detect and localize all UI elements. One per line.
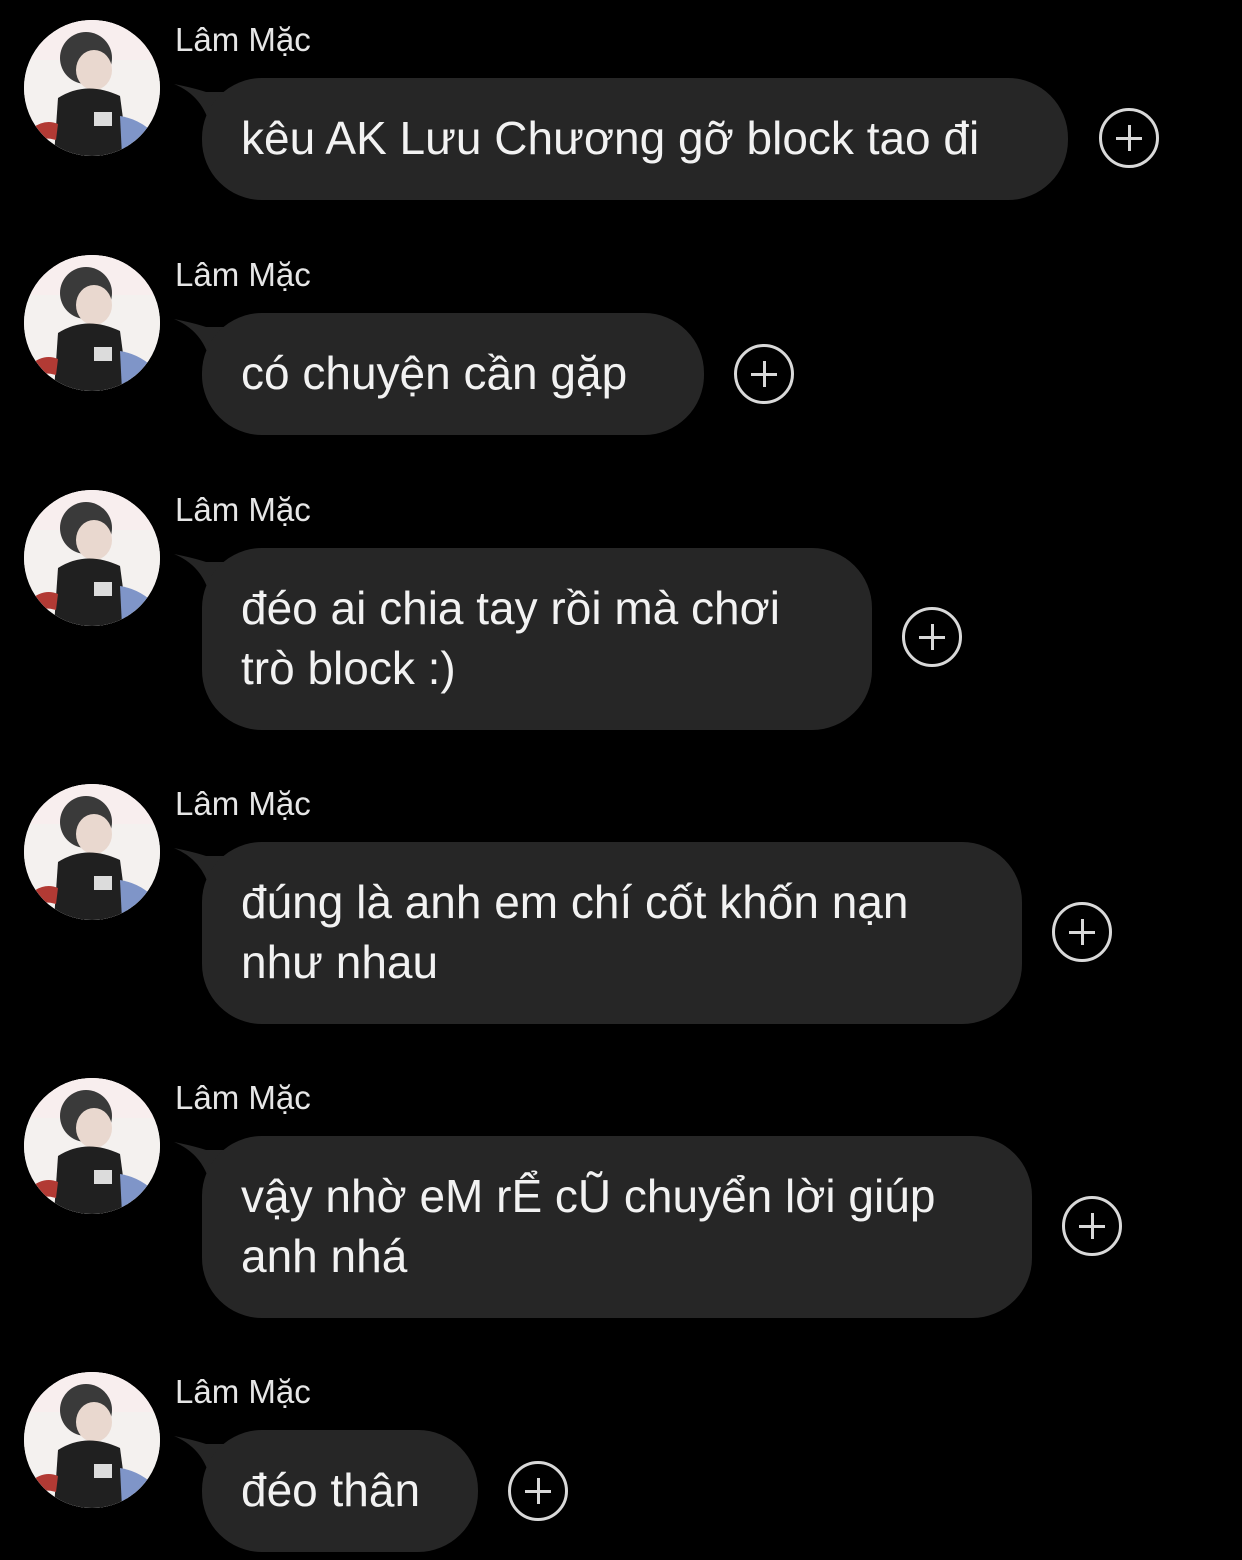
message-text: có chuyện cần gặp: [241, 347, 628, 399]
message-bubble[interactable]: đéo thân: [202, 1430, 478, 1552]
avatar[interactable]: [24, 1372, 160, 1508]
sender-name: Lâm Mặc: [175, 785, 311, 822]
message-text: kêu AK Lưu Chương gỡ block tao đi: [241, 112, 980, 164]
add-reaction-icon[interactable]: [1099, 108, 1159, 168]
add-reaction-icon[interactable]: [508, 1461, 568, 1521]
sender-name: Lâm Mặc: [175, 1079, 311, 1116]
message-bubble[interactable]: đéo ai chia tay rồi mà chơi trò block :): [202, 548, 872, 730]
message-text: đéo thân: [241, 1464, 421, 1516]
message-text: đúng là anh em chí cốt khốn nạn như nhau: [241, 876, 909, 988]
avatar[interactable]: [24, 255, 160, 391]
add-reaction-icon[interactable]: [902, 607, 962, 667]
add-reaction-icon[interactable]: [1062, 1196, 1122, 1256]
avatar[interactable]: [24, 1078, 160, 1214]
sender-name: Lâm Mặc: [175, 1373, 311, 1410]
sender-name: Lâm Mặc: [175, 256, 311, 293]
sender-name: Lâm Mặc: [175, 491, 311, 528]
message-bubble[interactable]: vậy nhờ eM rỂ cŨ chuyển lời giúp anh nhá: [202, 1136, 1032, 1318]
add-reaction-icon[interactable]: [1052, 902, 1112, 962]
avatar[interactable]: [24, 490, 160, 626]
add-reaction-icon[interactable]: [734, 344, 794, 404]
message-text: vậy nhờ eM rỂ cŨ chuyển lời giúp anh nhá: [241, 1170, 936, 1282]
message-text: đéo ai chia tay rồi mà chơi trò block :): [241, 582, 780, 694]
message-bubble[interactable]: có chuyện cần gặp: [202, 313, 704, 435]
avatar[interactable]: [24, 20, 160, 156]
message-bubble[interactable]: đúng là anh em chí cốt khốn nạn như nhau: [202, 842, 1022, 1024]
message-bubble[interactable]: kêu AK Lưu Chương gỡ block tao đi: [202, 78, 1068, 200]
avatar[interactable]: [24, 784, 160, 920]
sender-name: Lâm Mặc: [175, 21, 311, 58]
